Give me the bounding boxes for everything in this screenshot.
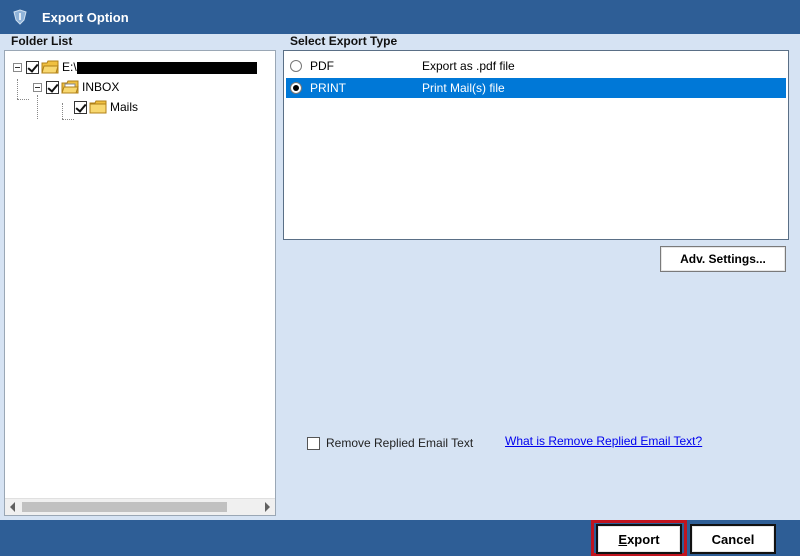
button-bar: Export Cancel	[0, 520, 800, 556]
collapse-icon[interactable]	[13, 62, 22, 72]
mails-checkbox[interactable]	[74, 100, 87, 114]
scroll-left-icon[interactable]	[10, 502, 15, 512]
export-type-list[interactable]: PDF Export as .pdf file PRINT Print Mail…	[283, 50, 789, 240]
remove-replied-help-link[interactable]: What is Remove Replied Email Text?	[505, 434, 702, 448]
root-checkbox[interactable]	[26, 60, 39, 74]
option-name: PRINT	[310, 81, 346, 95]
option-description: Print Mail(s) file	[422, 81, 505, 95]
export-option-pdf[interactable]: PDF Export as .pdf file	[286, 56, 786, 76]
print-radio[interactable]	[290, 82, 302, 94]
title-bar: Export Option	[0, 0, 800, 34]
folder-list-label: Folder List	[11, 34, 73, 48]
remove-replied-label: Remove Replied Email Text	[326, 436, 474, 450]
tree-node-inbox[interactable]: INBOX	[33, 78, 119, 96]
remove-replied-option[interactable]: Remove Replied Email Text	[307, 436, 473, 450]
option-name: PDF	[310, 59, 334, 73]
tree-node-root[interactable]: E:\	[13, 58, 257, 76]
redacted-path	[76, 61, 257, 74]
folder-icon	[89, 100, 107, 114]
export-option-print[interactable]: PRINT Print Mail(s) file	[286, 78, 786, 98]
remove-replied-checkbox[interactable]	[307, 436, 320, 450]
scrollbar-thumb[interactable]	[22, 502, 227, 512]
cancel-button[interactable]: Cancel	[690, 524, 776, 554]
horizontal-scrollbar[interactable]	[5, 498, 275, 515]
collapse-icon[interactable]	[33, 82, 42, 92]
app-icon	[10, 7, 30, 27]
option-description: Export as .pdf file	[422, 59, 515, 73]
window-title: Export Option	[42, 9, 129, 25]
inbox-checkbox[interactable]	[46, 80, 59, 94]
export-type-label: Select Export Type	[290, 34, 398, 48]
scroll-right-icon[interactable]	[265, 502, 270, 512]
root-path-label: E:\	[62, 60, 257, 74]
folder-tree[interactable]: E:\ INBOX Mails	[4, 50, 276, 516]
dialog-body: Folder List E:\ INBOX Mails Select Expor…	[0, 34, 800, 520]
export-button[interactable]: Export	[596, 524, 682, 554]
mails-label: Mails	[110, 100, 139, 114]
inbox-label: INBOX	[82, 80, 120, 94]
pdf-radio[interactable]	[290, 60, 302, 72]
inbox-folder-icon	[61, 80, 79, 94]
tree-node-mails[interactable]: Mails	[74, 98, 138, 116]
adv-settings-button[interactable]: Adv. Settings...	[660, 246, 786, 272]
folder-open-icon	[41, 60, 59, 74]
